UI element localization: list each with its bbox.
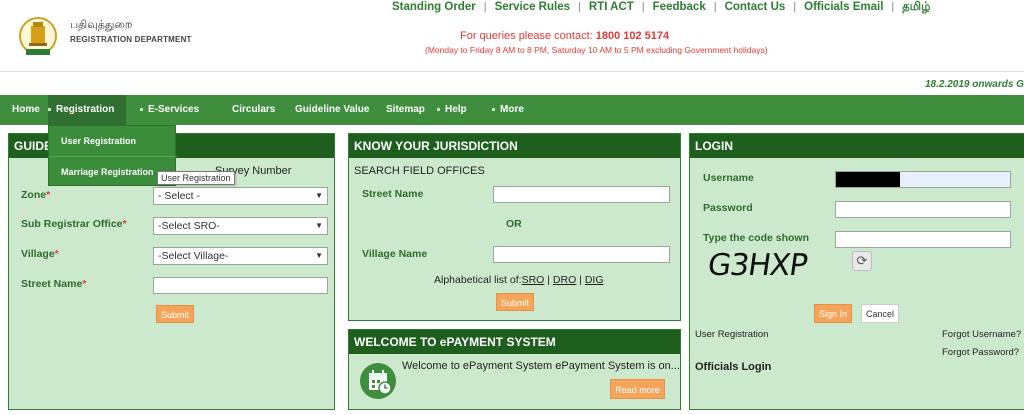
- chevron-down-icon: ▼: [315, 191, 323, 200]
- jurisdiction-panel-title: KNOW YOUR JURISDICTION: [349, 134, 680, 158]
- menu-bullet-icon: [437, 107, 440, 111]
- query-prefix: For queries please contact:: [460, 30, 593, 42]
- link-separator: |: [547, 274, 550, 286]
- top-nav-separator: |: [891, 1, 895, 13]
- brand-name-english: REGISTRATION DEPARTMENT: [70, 35, 192, 44]
- top-link-contact-us[interactable]: Contact Us: [725, 1, 786, 13]
- dro-link[interactable]: DRO: [553, 274, 576, 286]
- query-phone: 1800 102 5174: [595, 30, 670, 42]
- chevron-down-icon: ▼: [315, 221, 323, 230]
- menu-e-services[interactable]: E-Services: [140, 95, 199, 125]
- password-input[interactable]: [835, 201, 1011, 218]
- or-text: OR: [506, 218, 522, 230]
- news-marquee[interactable]: 18.2.2019 onwards G: [925, 79, 1024, 90]
- menu-circulars[interactable]: Circulars: [232, 95, 275, 125]
- captcha-image: G3HXP: [705, 248, 810, 283]
- guideline-submit-button[interactable]: Submit: [156, 305, 194, 323]
- zone-select[interactable]: - Select - ▼: [153, 187, 328, 205]
- top-nav-separator: |: [578, 1, 581, 13]
- street-input[interactable]: [153, 277, 328, 294]
- epayment-panel: WELCOME TO ePAYMENT SYSTEM Welcome to eP…: [348, 329, 681, 410]
- query-contact: For queries please contact: 1800 102 517…: [460, 30, 669, 42]
- calendar-icon: [359, 362, 397, 400]
- menu-help[interactable]: Help: [437, 95, 467, 125]
- epayment-panel-title: WELCOME TO ePAYMENT SYSTEM: [349, 330, 680, 354]
- main-menu-bar: Home Registration E-Services Circulars G…: [0, 95, 1024, 125]
- menu-registration-label: Registration: [56, 104, 115, 115]
- password-label: Password: [703, 202, 753, 214]
- user-registration-link[interactable]: User Registration: [695, 329, 768, 340]
- sro-select[interactable]: -Select SRO- ▼: [153, 217, 328, 235]
- menu-sitemap[interactable]: Sitemap: [386, 95, 425, 125]
- username-label: Username: [703, 172, 754, 184]
- sro-link[interactable]: SRO: [522, 274, 545, 286]
- menu-bullet-icon: [48, 107, 51, 111]
- village-label: Village*: [21, 248, 59, 260]
- alphabetical-list: Alphabetical list of:SRO | DRO | DIG: [434, 274, 604, 286]
- chevron-down-icon: ▼: [315, 251, 323, 260]
- brand-name-tamil: பதிவுத்துறை: [70, 18, 133, 31]
- tooltip: User Registration: [157, 171, 235, 185]
- alphabetical-list-prefix: Alphabetical list of:: [434, 274, 522, 286]
- village-select[interactable]: -Select Village- ▼: [153, 247, 328, 265]
- captcha-input[interactable]: [835, 231, 1011, 248]
- jurisdiction-village-label: Village Name: [362, 248, 428, 260]
- menu-e-services-label: E-Services: [148, 104, 200, 115]
- top-link-feedback[interactable]: Feedback: [653, 1, 706, 13]
- cancel-button[interactable]: Cancel: [861, 304, 899, 323]
- menu-registration[interactable]: Registration: [48, 95, 126, 125]
- search-field-offices-title: SEARCH FIELD OFFICES: [354, 165, 485, 177]
- epayment-text: Welcome to ePayment System ePayment Syst…: [402, 360, 680, 372]
- dig-link[interactable]: DIG: [585, 274, 604, 286]
- zone-label: Zone*: [21, 189, 51, 201]
- top-link-service-rules[interactable]: Service Rules: [495, 1, 570, 13]
- menu-more-label: More: [500, 104, 524, 115]
- menu-bullet-icon: [140, 107, 143, 111]
- top-nav-separator: |: [793, 1, 797, 13]
- top-link-officials-email[interactable]: Officials Email: [804, 1, 883, 13]
- emblem-logo[interactable]: [18, 16, 58, 60]
- jurisdiction-panel: KNOW YOUR JURISDICTION SEARCH FIELD OFFI…: [348, 133, 681, 321]
- jurisdiction-submit-button[interactable]: Submit: [496, 293, 534, 311]
- dropdown-user-registration[interactable]: User Registration: [49, 126, 177, 156]
- jurisdiction-village-input[interactable]: [493, 246, 670, 263]
- login-panel: LOGIN Username Password Type the code sh…: [689, 133, 1024, 410]
- menu-home[interactable]: Home: [12, 95, 40, 125]
- page: பதிவுத்துறை REGISTRATION DEPARTMENT Stan…: [0, 0, 1024, 415]
- captcha-label: Type the code shown: [703, 232, 809, 244]
- top-link-standing-order[interactable]: Standing Order: [392, 1, 476, 13]
- street-label: Street Name*: [21, 278, 87, 290]
- top-nav: Standing Order | Service Rules | RTI ACT…: [392, 0, 930, 14]
- menu-bullet-icon: [492, 107, 495, 111]
- read-more-button[interactable]: Read more: [610, 379, 665, 399]
- menu-guideline-value[interactable]: Guideline Value: [295, 95, 369, 125]
- menu-more[interactable]: More: [492, 95, 524, 125]
- forgot-username-link[interactable]: Forgot Username?: [942, 329, 1021, 340]
- top-nav-separator: |: [483, 1, 487, 13]
- jurisdiction-street-label: Street Name: [362, 188, 424, 200]
- refresh-captcha-icon[interactable]: ⟳: [852, 251, 872, 271]
- header-divider: [0, 71, 1024, 72]
- top-link-tamil[interactable]: தமிழ்: [902, 0, 930, 15]
- username-input[interactable]: [835, 171, 1011, 188]
- top-nav-separator: |: [713, 1, 717, 13]
- redacted-username: [836, 172, 900, 187]
- link-separator: |: [579, 274, 582, 286]
- sign-in-button[interactable]: Sign In: [814, 304, 852, 323]
- top-nav-separator: |: [641, 1, 645, 13]
- top-link-rti-act[interactable]: RTI ACT: [589, 1, 634, 13]
- menu-help-label: Help: [445, 104, 467, 115]
- forgot-password-link[interactable]: Forgot Password?: [942, 347, 1019, 358]
- sro-label: Sub Registrar Office*: [21, 218, 127, 230]
- jurisdiction-street-input[interactable]: [493, 186, 670, 203]
- login-panel-title: LOGIN: [690, 134, 1024, 158]
- query-hours: (Monday to Friday 8 AM to 8 PM, Saturday…: [425, 45, 768, 55]
- officials-login-link[interactable]: Officials Login: [695, 361, 771, 373]
